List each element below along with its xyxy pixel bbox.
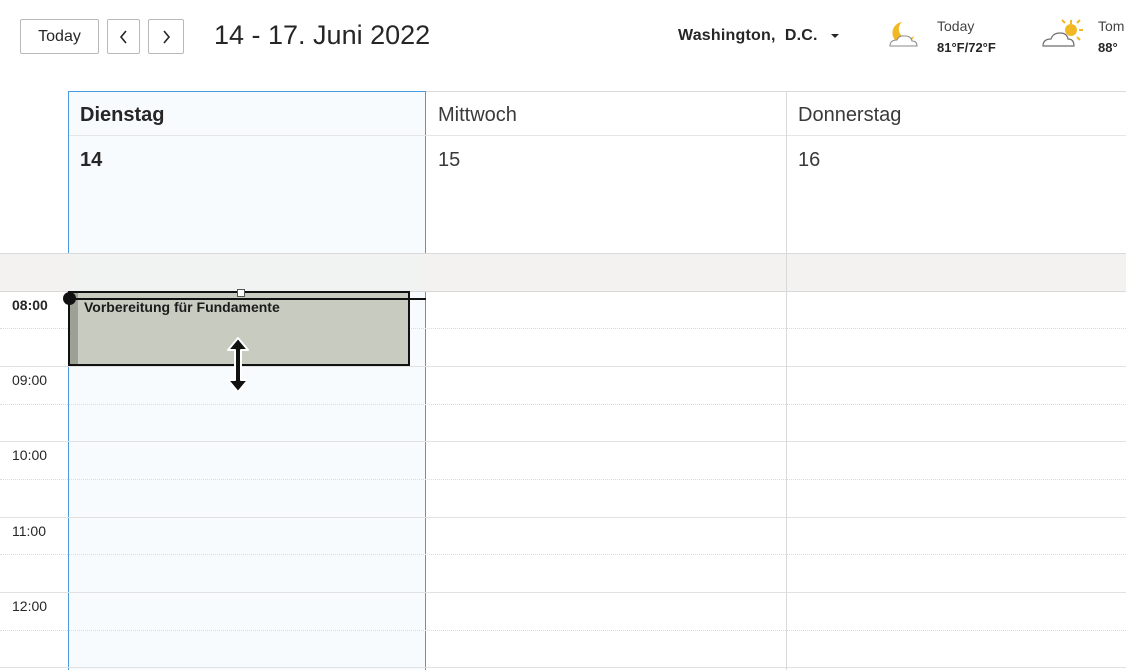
today-button[interactable]: Today — [20, 19, 99, 54]
time-label-1000: 10:00 — [12, 447, 48, 463]
time-label-0900: 09:00 — [12, 372, 48, 388]
half-hour-line — [0, 479, 1126, 480]
resize-cursor-icon — [227, 337, 249, 393]
hour-line-9 — [0, 366, 1126, 367]
previous-week-button[interactable] — [107, 19, 140, 54]
location-label: Washington, D.C. — [678, 27, 818, 44]
header-divider — [69, 135, 1126, 136]
half-hour-line — [0, 404, 1126, 405]
hour-line-12 — [0, 592, 1126, 593]
half-hour-line — [0, 630, 1126, 631]
day-number-15[interactable]: 15 — [438, 149, 460, 172]
day-number-14[interactable]: 14 — [80, 149, 102, 172]
location-selector[interactable]: Washington, D.C. — [678, 27, 840, 45]
chevron-right-icon — [163, 29, 171, 44]
day-number-16[interactable]: 16 — [798, 149, 820, 172]
date-range-title: 14 - 17. Juni 2022 — [214, 20, 431, 50]
weather-today-temp: 81°F/72°F — [937, 40, 996, 55]
hour-line-11 — [0, 517, 1126, 518]
event-title: Vorbereitung für Fundamente — [84, 299, 280, 315]
all-day-top-line — [0, 253, 1126, 254]
time-label-1100: 11:00 — [12, 523, 46, 539]
current-time-line — [70, 298, 426, 300]
weather-tomorrow-label: Tom — [1098, 18, 1125, 34]
sun-cloud-icon — [1042, 19, 1083, 47]
time-label-1200: 12:00 — [12, 598, 48, 614]
weather-tomorrow-temp: 88° — [1098, 40, 1118, 55]
day-header-wednesday[interactable]: Mittwoch — [438, 104, 517, 127]
moon-cloud-icon — [889, 22, 918, 47]
hour-line-10 — [0, 441, 1126, 442]
column-divider — [786, 91, 787, 670]
day-header-tuesday[interactable]: Dienstag — [80, 104, 164, 127]
chevron-left-icon — [119, 29, 127, 44]
caret-down-icon — [830, 34, 839, 38]
header-top-line — [426, 91, 1126, 92]
time-label-0800: 08:00 — [12, 297, 48, 313]
event-resize-handle[interactable] — [237, 289, 245, 297]
hour-line-13 — [0, 667, 1126, 668]
selected-all-day-cell[interactable] — [69, 253, 425, 291]
next-week-button[interactable] — [148, 19, 184, 54]
weather-today-label: Today — [937, 18, 975, 34]
half-hour-line — [0, 554, 1126, 555]
day-header-thursday[interactable]: Donnerstag — [798, 104, 901, 127]
